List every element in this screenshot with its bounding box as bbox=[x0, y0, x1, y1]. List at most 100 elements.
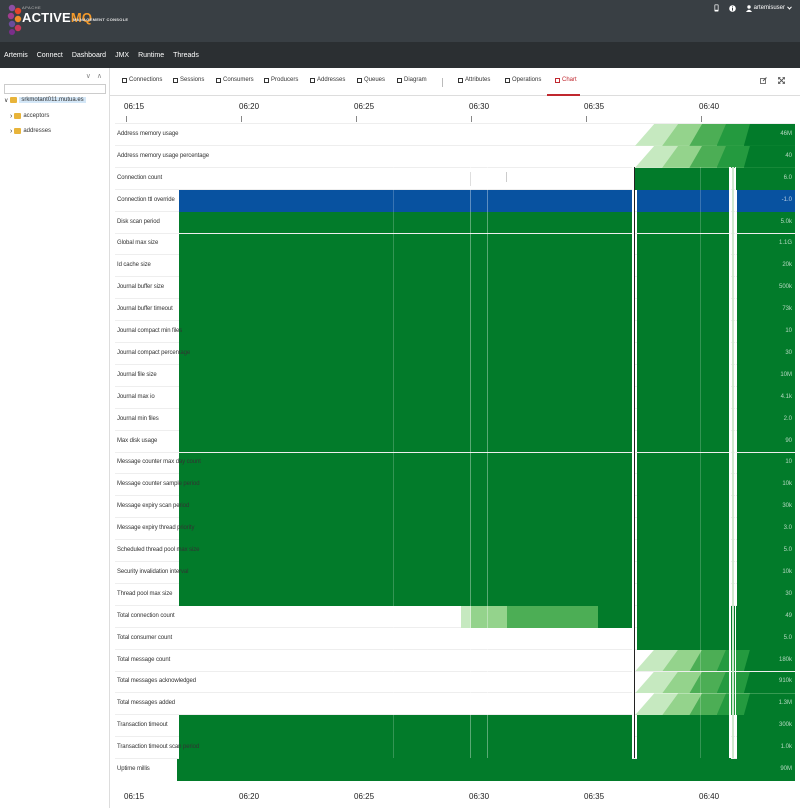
axis-top-label: 06:25 bbox=[354, 102, 375, 111]
tree-filter-input[interactable] bbox=[4, 84, 106, 94]
chart-gap-line bbox=[729, 166, 731, 759]
chart-gap-line bbox=[470, 166, 471, 759]
chart-segment bbox=[637, 321, 731, 343]
chart-row: Message counter sample period 10k bbox=[115, 473, 795, 497]
nav-item-threads[interactable]: Threads bbox=[173, 52, 199, 59]
tree-node-label: addresses bbox=[23, 128, 52, 134]
chart-row: Journal buffer timeout 73k bbox=[115, 298, 795, 322]
chart-row: Total messages acknowledged 910k bbox=[115, 670, 795, 694]
chart-row-label: Message expiry thread priority bbox=[117, 525, 195, 532]
tab-connections[interactable]: Connections bbox=[122, 77, 162, 83]
chevron-down-icon: ∨ bbox=[4, 97, 9, 104]
chart-row: Id cache size 20k bbox=[115, 254, 795, 278]
chart-row-label: Transaction timeout bbox=[117, 722, 168, 729]
tab-label: Attributes bbox=[465, 77, 491, 83]
chart-row-label: Transaction timeout scan period bbox=[117, 744, 200, 751]
chart-segment bbox=[179, 474, 632, 497]
chart-segment bbox=[637, 277, 731, 300]
top-header: APACHE ACTIVEMQ MANAGEMENT CONSOLE artem… bbox=[0, 0, 800, 42]
chart-row-value: 73k bbox=[782, 306, 792, 313]
tree-node-acceptors[interactable]: › acceptors bbox=[10, 111, 49, 121]
nav-item-artemis[interactable]: Artemis bbox=[4, 52, 28, 59]
chart-segment bbox=[179, 430, 632, 453]
chart-segment bbox=[177, 759, 795, 781]
mobile-icon[interactable] bbox=[714, 4, 719, 12]
tab-addresses[interactable]: Addresses bbox=[310, 77, 345, 83]
chart-segment bbox=[179, 737, 632, 760]
user-menu[interactable]: artemisuser bbox=[745, 4, 792, 12]
chart-row: Journal buffer size 500k bbox=[115, 276, 795, 300]
chart-segment bbox=[637, 430, 731, 453]
tab-queues[interactable]: Queues bbox=[357, 77, 385, 83]
username-label: artemisuser bbox=[753, 5, 785, 11]
tree-node-root[interactable]: ∨ srkmotant011.mutua.es bbox=[4, 95, 86, 105]
chart-row-value: 1.0k bbox=[780, 744, 792, 751]
tab-sessions[interactable]: Sessions bbox=[173, 77, 204, 83]
tab-separator bbox=[442, 78, 443, 87]
chart-marker-line bbox=[506, 171, 507, 182]
tab-label: Chart bbox=[562, 77, 577, 83]
chart-segment bbox=[637, 474, 731, 497]
axis-bottom-label: 06:35 bbox=[584, 792, 605, 801]
tab-operations[interactable]: Operations bbox=[505, 77, 541, 83]
chart-row: Total message count 180k bbox=[115, 648, 795, 672]
chart-segment bbox=[179, 496, 632, 519]
tree-node-addresses[interactable]: › addresses bbox=[10, 126, 51, 136]
chart-icon bbox=[122, 77, 127, 83]
chart-row-label: Disk scan period bbox=[117, 218, 160, 225]
tab-chart[interactable]: Chart bbox=[555, 77, 577, 83]
jmx-tree-panel: ∨ ∧ ∨ srkmotant011.mutua.es › acceptors … bbox=[0, 68, 110, 808]
chart-row: Message expiry scan period 30k bbox=[115, 495, 795, 519]
chart-segment-blue bbox=[637, 189, 731, 212]
list-icon bbox=[458, 77, 463, 83]
chart-segment bbox=[637, 562, 731, 584]
edit-icon[interactable] bbox=[760, 77, 767, 84]
chart-row-value: 910k bbox=[778, 678, 792, 685]
tab-label: Connections bbox=[129, 77, 163, 83]
chart-row: Address memory usage 46M bbox=[115, 123, 795, 146]
nav-item-jmx[interactable]: JMX bbox=[115, 52, 129, 59]
chart-segment bbox=[598, 605, 633, 628]
chart-row: Uptime millis 90M bbox=[115, 758, 795, 781]
axis-top-label: 06:40 bbox=[699, 102, 720, 111]
axis-tick bbox=[701, 116, 702, 122]
chart-row-label: Journal max io bbox=[117, 393, 155, 400]
axis-top-label: 06:15 bbox=[124, 102, 145, 111]
nav-item-dashboard[interactable]: Dashboard bbox=[72, 52, 106, 59]
chart-row-label: Global max size bbox=[117, 240, 159, 247]
bookmark-icon bbox=[310, 77, 315, 83]
tab-consumers[interactable]: Consumers bbox=[216, 77, 254, 83]
chart-row-label: Id cache size bbox=[117, 262, 151, 269]
info-icon[interactable] bbox=[728, 4, 736, 12]
chart-row: Total connection count 49 bbox=[115, 604, 795, 628]
chart-row-label: Address memory usage bbox=[117, 130, 179, 137]
chart-row-label: Uptime millis bbox=[117, 766, 150, 773]
chart-segment bbox=[179, 364, 632, 387]
tab-diagram[interactable]: Diagram bbox=[397, 77, 427, 83]
chart-row-label: Scheduled thread pool max size bbox=[117, 547, 200, 554]
chart-row: Scheduled thread pool max size 5.0 bbox=[115, 539, 795, 562]
chart-segment bbox=[637, 452, 731, 475]
chart-row: Thread pool max size 30 bbox=[115, 582, 795, 606]
chart-segment bbox=[179, 452, 632, 475]
chart-segment bbox=[179, 540, 632, 562]
tab-attributes[interactable]: Attributes bbox=[458, 77, 490, 83]
nav-item-runtime[interactable]: Runtime bbox=[138, 52, 164, 59]
tab-producers[interactable]: Producers bbox=[264, 77, 298, 83]
chart-icon bbox=[555, 77, 560, 83]
chart-row: Security invalidation interval 10k bbox=[115, 561, 795, 584]
tab-label: Producers bbox=[271, 77, 299, 83]
chart-row: Max disk usage 90 bbox=[115, 429, 795, 453]
tree-collapse-expand-controls[interactable]: ∨ ∧ bbox=[86, 72, 104, 80]
tab-label: Consumers bbox=[223, 77, 254, 83]
chart-segment bbox=[179, 386, 632, 409]
chart-gap-line bbox=[735, 166, 736, 759]
chart-row-label: Journal compact percentage bbox=[117, 349, 191, 356]
chart-row-value: 3.0 bbox=[783, 525, 792, 532]
expand-icon[interactable] bbox=[778, 77, 785, 84]
chart-row-label: Journal file size bbox=[117, 371, 157, 378]
axis-bottom-label: 06:15 bbox=[124, 792, 145, 801]
nav-item-connect[interactable]: Connect bbox=[37, 52, 63, 59]
chart-gap-line bbox=[732, 166, 734, 759]
chart-row-value: 90 bbox=[785, 437, 792, 444]
